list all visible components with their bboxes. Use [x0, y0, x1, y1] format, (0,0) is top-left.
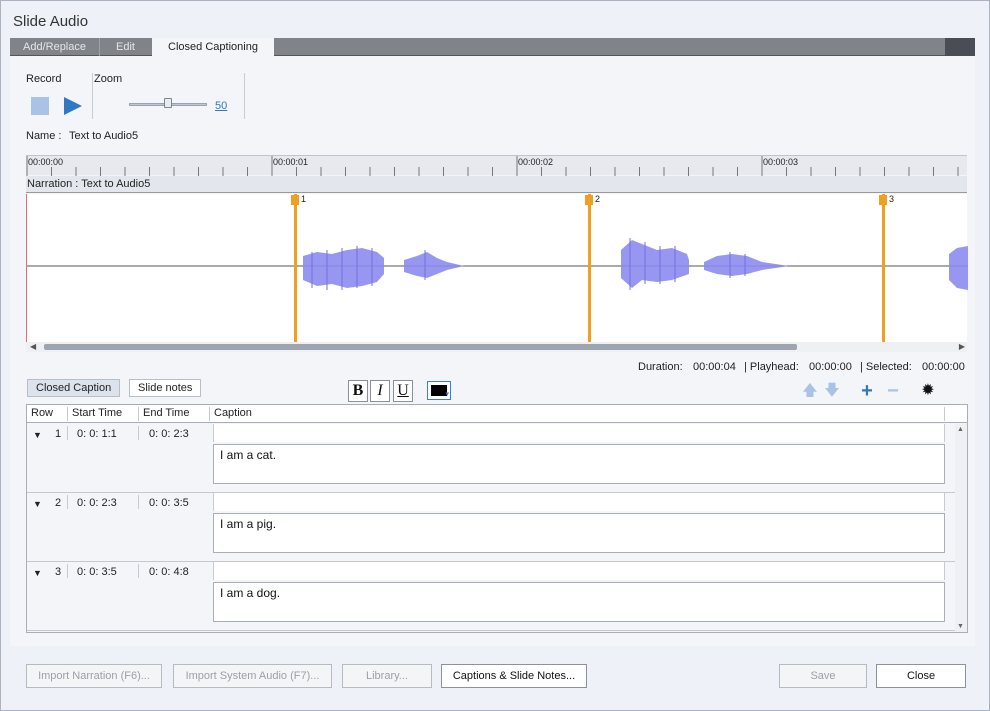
gear-icon[interactable]: ✹	[919, 382, 937, 400]
timeline-ruler[interactable]: 00:00:00 00:00:01 00:00:02 00:00:03	[26, 155, 967, 176]
import-system-audio-button[interactable]: Import System Audio (F7)...	[173, 664, 332, 688]
library-button[interactable]: Library...	[342, 664, 432, 688]
scroll-left-icon[interactable]: ◀	[30, 342, 36, 352]
zoom-slider-thumb[interactable]	[164, 98, 172, 108]
save-button[interactable]: Save	[779, 664, 867, 688]
scroll-down-icon[interactable]: ▼	[957, 623, 964, 630]
italic-button[interactable]: I	[370, 380, 390, 402]
col-header-caption[interactable]: Caption	[214, 407, 252, 419]
caption-grid: Row Start Time End Time Caption ▼ 1 0: 0…	[26, 404, 968, 633]
col-header-row[interactable]: Row	[31, 407, 53, 419]
grid-header: Row Start Time End Time Caption	[27, 405, 967, 423]
slide-audio-dialog: Slide Audio Add/Replace Edit Closed Capt…	[0, 0, 990, 711]
ruler-tick-label: 00:00:00	[28, 157, 64, 167]
row-number: 2	[55, 497, 62, 509]
scroll-right-icon[interactable]: ▶	[959, 342, 965, 352]
caption-text-field[interactable]: I am a cat.	[213, 444, 945, 484]
caption-text-field[interactable]: I am a pig.	[213, 513, 945, 553]
waveform-graphic	[27, 194, 968, 342]
move-down-icon[interactable]: 🡇	[823, 382, 841, 400]
tab-edit[interactable]: Edit	[99, 38, 151, 56]
toolbar-divider	[244, 73, 245, 119]
underline-button[interactable]: U	[393, 380, 413, 402]
playhead-value: 00:00:00	[809, 361, 852, 373]
tab-strip: Add/Replace Edit Closed Captioning	[10, 38, 975, 57]
import-narration-button[interactable]: Import Narration (F6)...	[26, 664, 162, 688]
collapse-icon[interactable]: ▼	[33, 568, 42, 578]
row-end-time[interactable]: 0: 0: 4:8	[149, 566, 189, 578]
row-end-time[interactable]: 0: 0: 2:3	[149, 428, 189, 440]
tab-closed-caption[interactable]: Closed Caption	[27, 379, 121, 397]
selected-label: | Selected:	[860, 361, 912, 373]
duration-label: Duration:	[638, 361, 683, 373]
ruler-tick-label: 00:00:02	[518, 157, 554, 167]
collapse-icon[interactable]: ▼	[33, 499, 42, 509]
tab-slide-notes[interactable]: Slide notes	[129, 379, 202, 397]
row-start-time[interactable]: 0: 0: 3:5	[77, 566, 117, 578]
stop-button[interactable]	[31, 97, 49, 115]
toolbar-divider	[92, 73, 93, 119]
table-row[interactable]: ▼ 1 0: 0: 1:1 0: 0: 2:3 I am a cat.	[27, 424, 955, 493]
captions-slide-notes-button[interactable]: Captions & Slide Notes...	[441, 664, 587, 688]
play-button[interactable]	[64, 97, 82, 115]
caption-marker-label[interactable]: 2	[595, 194, 600, 204]
narration-track-header: Narration : Text to Audio5	[26, 176, 967, 193]
zoom-value[interactable]: 50	[215, 100, 227, 112]
name-value: Text to Audio5	[69, 130, 139, 142]
table-row[interactable]: ▼ 3 0: 0: 3:5 0: 0: 4:8 I am a dog.	[27, 562, 955, 631]
add-icon[interactable]: +	[858, 381, 876, 401]
duration-value: 00:00:04	[693, 361, 736, 373]
narration-label: Narration : Text to Audio5	[27, 178, 151, 190]
scroll-up-icon[interactable]: ▲	[957, 426, 964, 433]
waveform-area[interactable]: 1 2 3	[26, 194, 968, 342]
collapse-icon[interactable]: ▼	[33, 430, 42, 440]
playhead-label: | Playhead:	[744, 361, 799, 373]
tab-closed-captioning[interactable]: Closed Captioning	[152, 38, 274, 57]
ruler-tick-label: 00:00:01	[273, 157, 309, 167]
caption-marker-label[interactable]: 1	[301, 194, 306, 204]
caption-marker-label[interactable]: 3	[889, 194, 894, 204]
scrollbar-thumb[interactable]	[44, 344, 797, 350]
row-start-time[interactable]: 0: 0: 1:1	[77, 428, 117, 440]
record-label: Record	[26, 73, 62, 85]
row-end-time[interactable]: 0: 0: 3:5	[149, 497, 189, 509]
dialog-title: Slide Audio	[13, 13, 89, 30]
tab-strip-endcap	[945, 38, 975, 56]
waveform-scrollbar[interactable]: ◀ ▶	[26, 342, 967, 352]
zoom-label: Zoom	[94, 73, 123, 85]
col-header-end[interactable]: End Time	[143, 407, 189, 419]
selected-value: 00:00:00	[922, 361, 965, 373]
table-row[interactable]: ▼ 2 0: 0: 2:3 0: 0: 3:5 I am a pig.	[27, 493, 955, 562]
text-color-button[interactable]: ▾	[427, 381, 451, 400]
row-number: 3	[55, 566, 62, 578]
ruler-tick-label: 00:00:03	[763, 157, 799, 167]
grid-scrollbar[interactable]: ▲ ▼	[955, 424, 967, 632]
remove-icon[interactable]: −	[884, 381, 902, 401]
col-header-start[interactable]: Start Time	[72, 407, 122, 419]
move-up-icon[interactable]: 🡅	[801, 382, 819, 400]
caption-text-field[interactable]: I am a dog.	[213, 582, 945, 622]
tab-add-replace[interactable]: Add/Replace	[10, 38, 99, 56]
chevron-down-icon: ▾	[445, 391, 449, 398]
close-button[interactable]: Close	[876, 664, 966, 688]
row-number: 1	[55, 428, 62, 440]
row-start-time[interactable]: 0: 0: 2:3	[77, 497, 117, 509]
bold-button[interactable]: B	[348, 380, 368, 402]
name-label: Name :	[26, 130, 62, 142]
